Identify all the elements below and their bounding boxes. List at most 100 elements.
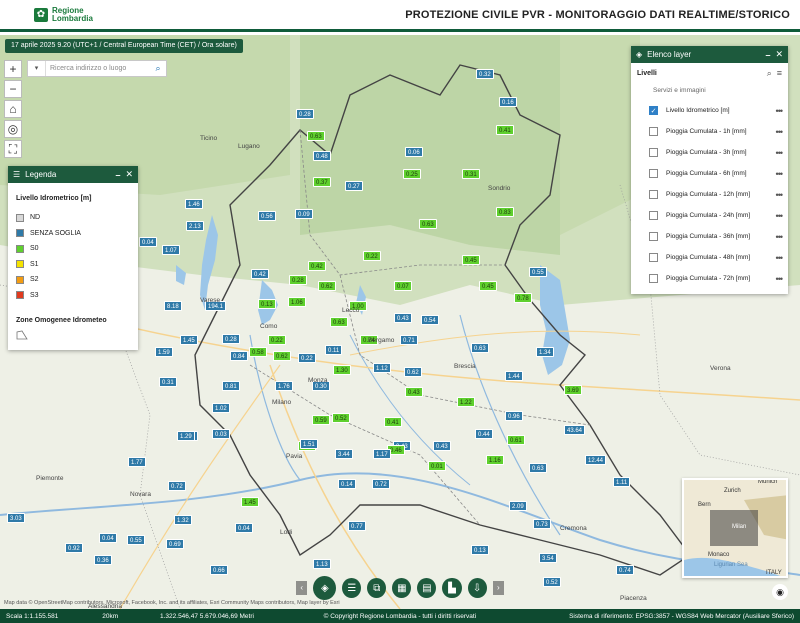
station-marker[interactable]: 0.45 xyxy=(462,255,480,265)
station-marker[interactable]: 0.55 xyxy=(529,267,547,277)
regione-lombardia-logo[interactable]: ✿ Regione Lombardia xyxy=(34,6,93,23)
more-options-icon[interactable]: ••• xyxy=(776,232,784,242)
station-marker[interactable]: 0.28 xyxy=(296,109,314,119)
station-marker[interactable]: 0.43 xyxy=(433,441,451,451)
station-marker[interactable]: 0.59 xyxy=(312,415,330,425)
layer-checkbox[interactable] xyxy=(649,253,658,262)
more-options-icon[interactable]: ••• xyxy=(776,127,784,137)
station-marker[interactable]: 0.62 xyxy=(318,281,336,291)
station-marker[interactable]: 3.44 xyxy=(335,449,353,459)
station-marker[interactable]: 1.12 xyxy=(373,363,391,373)
station-marker[interactable]: 0.55 xyxy=(127,535,145,545)
station-marker[interactable]: 1.34 xyxy=(536,347,554,357)
station-marker[interactable]: 0.04 xyxy=(139,237,157,247)
layer-item[interactable]: ✓ Livello Idrometrico [m] ••• xyxy=(631,100,788,121)
station-marker[interactable]: 12.44 xyxy=(585,455,607,465)
station-marker[interactable]: 0.72 xyxy=(372,479,390,489)
station-marker[interactable]: 1.29 xyxy=(177,431,195,441)
station-marker[interactable]: 0.69 xyxy=(166,539,184,549)
station-marker[interactable]: 0.62 xyxy=(404,367,422,377)
chart-tool-button[interactable]: ▙ xyxy=(442,578,462,598)
layer-checkbox[interactable] xyxy=(649,127,658,136)
search-source-dropdown[interactable]: ▾ xyxy=(28,61,46,76)
station-marker[interactable]: 0.44 xyxy=(475,429,493,439)
station-marker[interactable]: 0.11 xyxy=(325,345,343,355)
station-marker[interactable]: 0.63 xyxy=(471,343,489,353)
station-marker[interactable]: 0.81 xyxy=(222,381,240,391)
station-marker[interactable]: 0.43 xyxy=(405,387,423,397)
station-marker[interactable]: 1.06 xyxy=(288,297,306,307)
station-marker[interactable]: 0.42 xyxy=(308,261,326,271)
close-icon[interactable]: ✕ xyxy=(775,49,783,60)
station-marker[interactable]: 1.77 xyxy=(128,457,146,467)
station-marker[interactable]: 0.54 xyxy=(421,315,439,325)
layer-item[interactable]: Pioggia Cumulata - 24h [mm] ••• xyxy=(631,205,788,226)
legend-toggle-button[interactable]: ☰ xyxy=(342,578,362,598)
station-marker[interactable]: 0.06 xyxy=(405,147,423,157)
station-marker[interactable]: 0.72 xyxy=(168,481,186,491)
station-marker[interactable]: 0.83 xyxy=(496,207,514,217)
station-marker[interactable]: 0.16 xyxy=(499,97,517,107)
station-marker[interactable]: 8.18 xyxy=(164,301,182,311)
station-marker[interactable]: 0.77 xyxy=(348,521,366,531)
station-marker[interactable]: 0.22 xyxy=(298,353,316,363)
station-marker[interactable]: 43.64 xyxy=(564,425,586,435)
layer-item[interactable]: Pioggia Cumulata - 3h [mm] ••• xyxy=(631,142,788,163)
layer-item[interactable]: Pioggia Cumulata - 48h [mm] ••• xyxy=(631,247,788,268)
more-options-icon[interactable]: ••• xyxy=(776,106,784,116)
search-icon[interactable]: ⌕ xyxy=(767,68,772,79)
station-marker[interactable]: 0.04 xyxy=(99,533,117,543)
layer-checkbox[interactable] xyxy=(649,211,658,220)
layer-checkbox[interactable]: ✓ xyxy=(649,106,658,115)
more-options-icon[interactable]: ••• xyxy=(776,169,784,179)
station-marker[interactable]: 0.45 xyxy=(479,281,497,291)
station-marker[interactable]: 0.04 xyxy=(235,523,253,533)
station-marker[interactable]: 0.36 xyxy=(94,555,112,565)
layers-toggle-button[interactable]: ◈ xyxy=(313,576,337,600)
station-marker[interactable]: 0.03 xyxy=(212,429,230,439)
station-marker[interactable]: 0.25 xyxy=(403,169,421,179)
station-marker[interactable]: 0.62 xyxy=(273,351,291,361)
station-marker[interactable]: 3.69 xyxy=(564,385,582,395)
minimize-icon[interactable]: – xyxy=(765,50,770,60)
table-tool-button[interactable]: ▤ xyxy=(417,578,437,598)
layer-item[interactable]: Pioggia Cumulata - 1h [mm] ••• xyxy=(631,121,788,142)
station-marker[interactable]: 0.48 xyxy=(313,151,331,161)
more-options-icon[interactable]: ••• xyxy=(776,274,784,284)
station-marker[interactable]: 0.14 xyxy=(338,479,356,489)
station-marker[interactable]: 3.54 xyxy=(539,553,557,563)
home-icon[interactable]: ⌂ xyxy=(4,100,22,118)
station-marker[interactable]: 1.11 xyxy=(613,477,631,487)
scroll-left-arrow-icon[interactable]: ‹ xyxy=(296,581,308,595)
layer-item[interactable]: Pioggia Cumulata - 72h [mm] ••• xyxy=(631,268,788,289)
more-options-icon[interactable]: ••• xyxy=(776,190,784,200)
station-marker[interactable]: 1.45 xyxy=(241,497,259,507)
station-marker[interactable]: 0.07 xyxy=(394,281,412,291)
station-marker[interactable]: 1.22 xyxy=(457,397,475,407)
more-options-icon[interactable]: ••• xyxy=(776,253,784,263)
station-marker[interactable]: 0.63 xyxy=(419,219,437,229)
station-marker[interactable]: 0.32 xyxy=(476,69,494,79)
station-marker[interactable]: 1.44 xyxy=(505,371,523,381)
station-marker[interactable]: 0.73 xyxy=(533,519,551,529)
station-marker[interactable]: 1.16 xyxy=(486,455,504,465)
station-marker[interactable]: 1.17 xyxy=(373,449,391,459)
station-marker[interactable]: 0.96 xyxy=(505,411,523,421)
station-marker[interactable]: 0.74 xyxy=(616,565,634,575)
station-marker[interactable]: 0.37 xyxy=(313,177,331,187)
station-marker[interactable]: 0.58 xyxy=(249,347,267,357)
station-marker[interactable]: 0.31 xyxy=(462,169,480,179)
locate-icon[interactable]: ◎ xyxy=(4,120,22,138)
zoom-in-button[interactable]: + xyxy=(4,60,22,78)
station-marker[interactable]: 0.63 xyxy=(307,131,325,141)
grid-tool-button[interactable]: ▦ xyxy=(392,578,412,598)
station-marker[interactable]: 1.13 xyxy=(313,559,331,569)
station-marker[interactable]: 0.78 xyxy=(514,293,532,303)
station-marker[interactable]: 1.51 xyxy=(300,439,318,449)
station-marker[interactable]: 0.52 xyxy=(332,413,350,423)
eye-icon[interactable]: ◉ xyxy=(772,584,788,600)
station-marker[interactable]: 0.31 xyxy=(159,377,177,387)
station-marker[interactable]: 0.92 xyxy=(65,543,83,553)
station-marker[interactable]: 1.59 xyxy=(155,347,173,357)
station-marker[interactable]: 0.61 xyxy=(507,435,525,445)
